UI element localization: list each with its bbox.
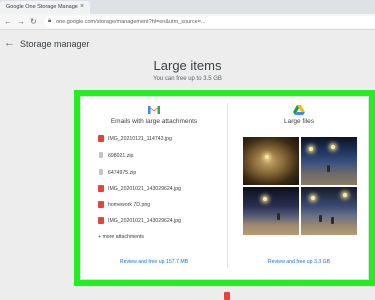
tab-title: Google One Storage Manage [6,4,78,10]
tab-close-icon[interactable]: × [80,3,84,10]
emails-title: Emails with large attachments [110,118,198,125]
browser-toolbar: ← → ↻ 🔒︎ one.google.com/storage/manageme… [0,14,375,30]
app-header: ← Storage manager [0,30,375,58]
forward-icon[interactable]: → [17,16,25,28]
google-drive-icon [293,105,305,115]
image-file-icon [98,217,104,224]
files-title: Large files [284,118,314,125]
file-thumbnail[interactable] [301,187,357,235]
back-icon[interactable]: ← [4,16,12,28]
image-file-icon [98,201,104,208]
large-items-card: Emails with large attachments IMG_202101… [80,96,369,280]
column-divider [227,103,228,268]
page-subtitle: You can free up to 3.5 GB [153,76,222,82]
zip-file-icon [99,152,103,158]
more-attachments-link[interactable]: + more attachments [98,234,144,240]
arrow-left-icon[interactable]: ← [4,37,15,49]
app-title: Storage manager [20,39,90,49]
address-text: one.google.com/storage/management?hl=en&… [56,19,206,25]
file-thumbnail[interactable] [243,187,299,235]
review-emails-button[interactable]: Review and free up 157.7 MB [81,259,227,265]
zip-file-icon [99,169,103,175]
review-files-button[interactable]: Review and free up 3.3 GB [228,259,370,265]
browser-tab[interactable]: Google One Storage Manage × [0,1,90,14]
address-bar[interactable]: 🔒︎ one.google.com/storage/management?hl=… [44,16,375,28]
file-thumbnail[interactable] [243,137,299,185]
page-title: Large items [153,58,222,73]
partial-file-icon [224,292,230,300]
file-thumbnail[interactable] [301,137,357,185]
image-file-icon [98,135,104,142]
browser-tab-strip: Google One Storage Manage × [0,0,375,14]
gmail-icon [148,105,160,114]
lock-icon: 🔒︎ [48,18,52,24]
image-file-icon [98,185,104,192]
reload-icon[interactable]: ↻ [30,16,37,28]
